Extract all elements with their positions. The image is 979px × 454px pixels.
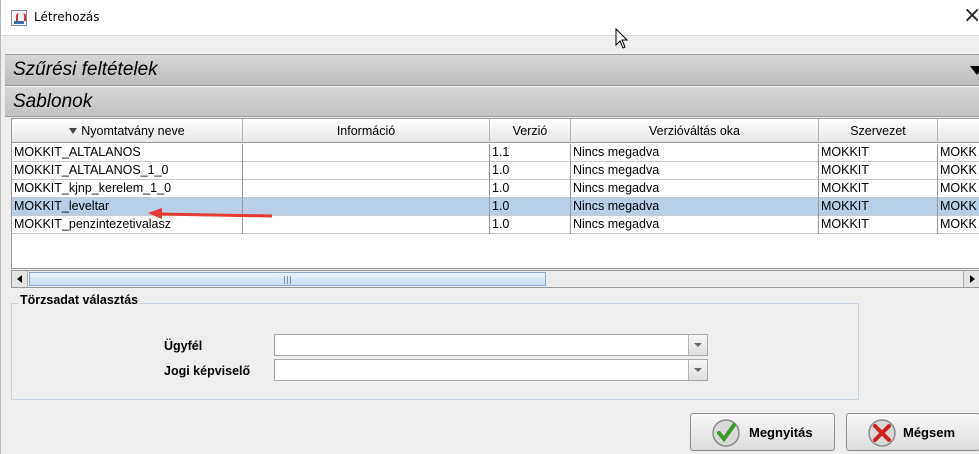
java-app-icon [11, 10, 27, 26]
column-header-version[interactable]: Verzió [490, 119, 571, 143]
table-row[interactable]: MOKKIT_ALTALANOS_1_0 1.0 Nincs megadva M… [12, 162, 979, 180]
cell-version-reason: Nincs megadva [571, 216, 819, 234]
close-icon[interactable]: × [963, 5, 979, 27]
open-button-label: Megnyitás [749, 425, 813, 440]
legal-rep-combobox[interactable] [274, 359, 708, 381]
table-header: Nyomtatvány neve Információ Verzió Verzi… [12, 119, 979, 143]
cell-version: 1.0 [490, 162, 571, 180]
sort-desc-icon [69, 128, 78, 134]
column-header-name[interactable]: Nyomtatvány neve [12, 119, 243, 143]
cell-info [243, 180, 490, 198]
window-title: Létrehozás [34, 10, 100, 24]
legal-rep-input[interactable] [275, 360, 707, 380]
cell-version: 1.1 [490, 144, 571, 162]
title-bar[interactable]: Létrehozás × [1, 0, 979, 36]
dropdown-arrow-icon[interactable] [688, 335, 707, 355]
grip-icon [284, 276, 291, 284]
cell-extra: MOKK [938, 216, 979, 234]
master-data-title: Törzsadat választás [18, 293, 141, 307]
client-label: Ügyfél [164, 339, 203, 353]
cell-organization: MOKKIT [819, 144, 938, 162]
column-header-info[interactable]: Információ [243, 119, 490, 143]
cell-extra: MOKK [938, 144, 979, 162]
cell-organization: MOKKIT [819, 216, 938, 234]
dropdown-arrow-icon[interactable] [688, 360, 707, 380]
cancel-x-icon [868, 419, 896, 447]
cell-version-reason: Nincs megadva [571, 198, 819, 216]
legal-rep-label: Jogi képviselő [164, 364, 251, 378]
cancel-button-label: Mégsem [903, 425, 956, 440]
table-row[interactable]: MOKKIT_ALTALANOS 1.1 Nincs megadva MOKKI… [12, 144, 979, 162]
cancel-button[interactable]: Mégsem [846, 413, 979, 451]
scroll-left-icon[interactable] [12, 271, 28, 287]
scroll-right-icon[interactable] [963, 271, 979, 287]
cell-name: MOKKIT_kjnp_kerelem_1_0 [12, 180, 243, 198]
cell-name: MOKKIT_ALTALANOS [12, 144, 243, 162]
cell-version-reason: Nincs megadva [571, 180, 819, 198]
red-arrow-annotation-icon [148, 208, 273, 219]
templates-section-header: Sablonok [5, 87, 979, 117]
client-input[interactable] [275, 335, 707, 355]
table-row[interactable]: MOKKIT_kjnp_kerelem_1_0 1.0 Nincs megadv… [12, 180, 979, 198]
cell-version: 1.0 [490, 216, 571, 234]
cell-version: 1.0 [490, 198, 571, 216]
collapse-arrow-icon[interactable] [970, 66, 979, 75]
column-header-label: Nyomtatvány neve [81, 124, 185, 138]
templates-table: Nyomtatvány neve Információ Verzió Verzi… [11, 118, 979, 269]
templates-section-title: Sablonok [13, 91, 93, 112]
column-header-extra[interactable] [938, 119, 979, 143]
cell-extra: MOKK [938, 180, 979, 198]
cell-organization: MOKKIT [819, 162, 938, 180]
cell-extra: MOKK [938, 198, 979, 216]
checkmark-icon [712, 419, 740, 447]
cell-info [243, 162, 490, 180]
cell-version-reason: Nincs megadva [571, 162, 819, 180]
dialog-window: Létrehozás × Szűrési feltételek Sablonok… [0, 0, 979, 454]
cell-version-reason: Nincs megadva [571, 144, 819, 162]
cell-organization: MOKKIT [819, 198, 938, 216]
cell-organization: MOKKIT [819, 180, 938, 198]
column-header-version-reason[interactable]: Verzióváltás oka [571, 119, 819, 143]
column-header-organization[interactable]: Szervezet [819, 119, 938, 143]
horizontal-scrollbar[interactable] [11, 270, 979, 288]
master-data-group: Törzsadat választás Ügyfél Jogi képvisel… [11, 293, 859, 400]
mouse-cursor-icon [615, 28, 629, 49]
cell-name: MOKKIT_ALTALANOS_1_0 [12, 162, 243, 180]
cell-extra: MOKK [938, 162, 979, 180]
open-button[interactable]: Megnyitás [690, 413, 835, 451]
filter-section-title: Szűrési feltételek [13, 59, 158, 80]
cell-version: 1.0 [490, 180, 571, 198]
scrollbar-thumb[interactable] [29, 272, 546, 286]
cell-info [243, 144, 490, 162]
filter-section-header[interactable]: Szűrési feltételek [5, 54, 979, 86]
client-combobox[interactable] [274, 334, 708, 356]
